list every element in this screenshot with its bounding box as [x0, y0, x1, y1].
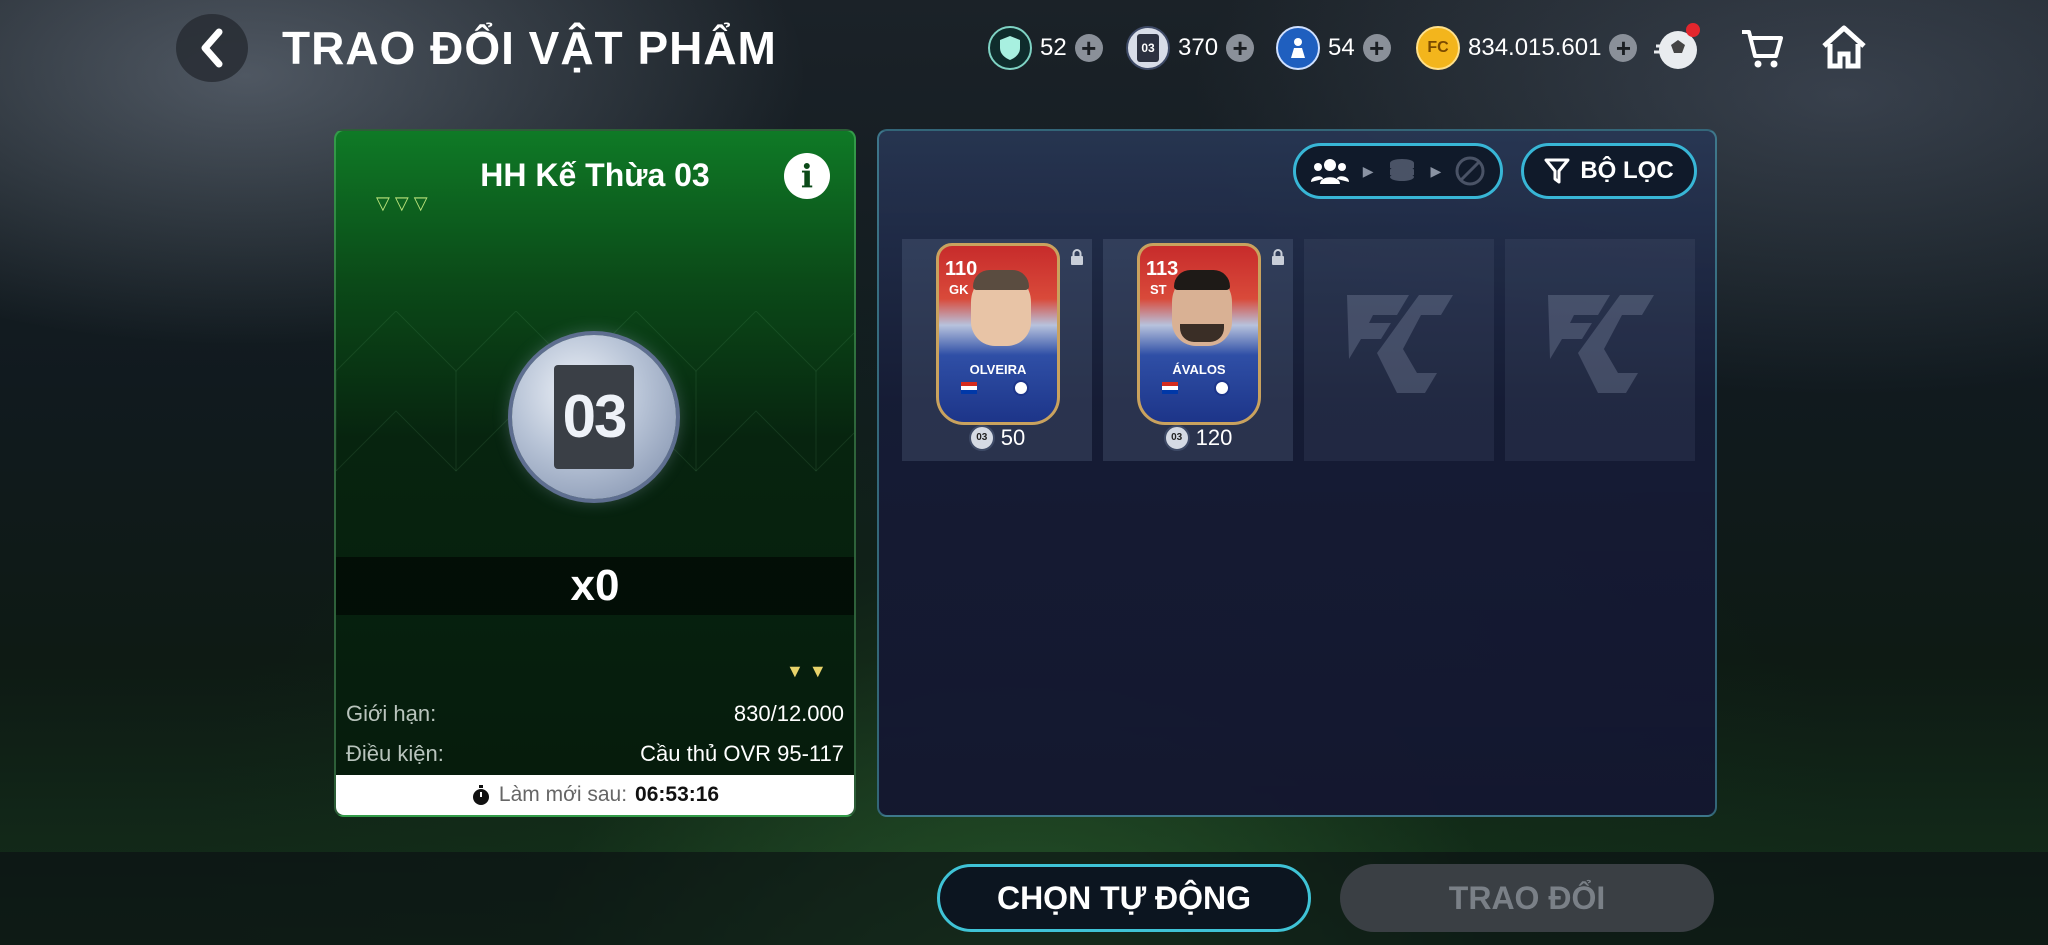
limit-value: 830/12.000: [733, 701, 844, 726]
currency-player[interactable]: 54 +: [1276, 24, 1391, 72]
currency-value: 370: [1178, 34, 1219, 61]
refresh-timer: Làm mới sau: 06:53:16: [336, 775, 854, 815]
player-slot[interactable]: 113 ST ÁVALOS 03 120: [1103, 239, 1293, 461]
lock-icon: [1272, 249, 1284, 265]
limit-label: Giới hạn:: [346, 701, 437, 726]
exchange-cost: 03 50: [902, 425, 1092, 451]
info-button[interactable]: i: [784, 153, 830, 199]
club-badge-icon: [1214, 380, 1230, 396]
player-name: OLVEIRA: [969, 362, 1027, 377]
nation-flag-icon: [1162, 382, 1178, 394]
card-03-medal: 03: [512, 335, 676, 499]
player-token-icon: [1276, 26, 1320, 70]
condition-label: Điều kiện:: [346, 741, 444, 766]
club-badge-icon: [1013, 380, 1029, 396]
cost-value: 50: [1000, 425, 1026, 450]
arrow-right-icon: ▶: [1430, 162, 1442, 179]
player-ovr: 113: [1146, 258, 1179, 280]
currency-value: 52: [1040, 34, 1067, 61]
trade-button[interactable]: TRAO ĐỔI: [1340, 864, 1714, 932]
player-hair: [973, 270, 1029, 290]
no-trade-icon: [1455, 156, 1485, 186]
stopwatch-icon: [472, 785, 489, 805]
player-slot[interactable]: 110 GK OLVEIRA 03 50: [902, 239, 1092, 461]
add-card03-button[interactable]: +: [1226, 34, 1255, 62]
currency-coins[interactable]: FC 834.015.601 +: [1416, 24, 1638, 72]
back-button[interactable]: [176, 14, 248, 82]
player-beard: [1180, 324, 1224, 342]
fc-logo-icon: [1548, 295, 1654, 393]
exchange-cost: 03 120: [1103, 425, 1293, 451]
fc-coin-icon: FC: [1416, 26, 1460, 70]
arrow-right-icon: ▶: [1362, 162, 1374, 179]
add-shield-button[interactable]: +: [1074, 34, 1103, 62]
add-player-token-button[interactable]: +: [1362, 34, 1391, 62]
currency-shield[interactable]: 52 +: [988, 24, 1103, 72]
refresh-label: Làm mới sau:: [498, 783, 628, 806]
chevron-left-icon: [201, 28, 223, 68]
team-icon: [1311, 159, 1350, 184]
exchange-item-card: HH Kế Thừa 03 i ▽ ▽ ▽ 03 x0 ▼ ▼ Giới hạn…: [334, 129, 856, 817]
player-position: ST: [1150, 282, 1167, 297]
ball-menu-button[interactable]: [1650, 22, 1702, 74]
card-title: HH Kế Thừa 03: [480, 157, 710, 193]
coin-stack-icon: [1389, 159, 1414, 181]
filter-icon: [1544, 158, 1570, 184]
limit-row: Giới hạn: 830/12.000: [346, 694, 844, 734]
shield-token-icon: [988, 26, 1032, 70]
player-hair: [1174, 270, 1230, 290]
refresh-time: 06:53:16: [635, 783, 720, 806]
auto-select-button[interactable]: CHỌN TỰ ĐỘNG: [937, 864, 1311, 932]
filter-label: BỘ LỌC: [1580, 157, 1674, 184]
currency-value: 834.015.601: [1468, 34, 1602, 61]
card-03-token-icon: 03: [968, 425, 995, 451]
info-icon: i: [800, 157, 814, 195]
cart-button[interactable]: [1738, 24, 1786, 72]
sort-toggle[interactable]: ▶ ▶: [1293, 143, 1503, 199]
lock-icon: [1071, 249, 1083, 265]
home-button[interactable]: [1820, 22, 1868, 72]
triangle-decoration-icon: ▼ ▼: [786, 661, 827, 681]
condition-row: Điều kiện: Cầu thủ OVR 95-117: [346, 734, 844, 774]
player-selection-panel: ▶ ▶ BỘ LỌC 110 GK OLVEIRA 03 50 113 ST Á…: [877, 129, 1717, 817]
empty-slot[interactable]: [1304, 239, 1494, 461]
ball-menu-icon: [1654, 23, 1700, 69]
triangle-decoration-icon: ▽ ▽ ▽: [376, 193, 428, 213]
condition-value: Cầu thủ OVR 95-117: [640, 741, 844, 766]
player-name: ÁVALOS: [1172, 362, 1226, 377]
player-card[interactable]: 113 ST ÁVALOS: [1137, 243, 1261, 425]
cost-value: 120: [1195, 425, 1233, 450]
page-title: TRAO ĐỔI VẬT PHẨM: [282, 22, 777, 74]
card-03-token-icon: 03: [1163, 425, 1190, 451]
player-card[interactable]: 110 GK OLVEIRA: [936, 243, 1060, 425]
quantity-display: x0: [336, 557, 854, 615]
medal-label: 03: [554, 365, 634, 469]
empty-slot[interactable]: [1505, 239, 1695, 461]
add-coins-button[interactable]: +: [1609, 34, 1638, 62]
fc-logo-icon: [1347, 295, 1453, 393]
player-ovr: 110: [945, 258, 978, 280]
cart-icon: [1742, 30, 1783, 68]
player-position: GK: [949, 282, 969, 297]
home-icon: [1822, 25, 1866, 69]
currency-card03[interactable]: 03 370 +: [1126, 24, 1255, 72]
nation-flag-icon: [961, 382, 977, 394]
currency-value: 54: [1328, 34, 1355, 61]
card-03-token-icon: 03: [1126, 26, 1170, 70]
filter-button[interactable]: BỘ LỌC: [1521, 143, 1697, 199]
